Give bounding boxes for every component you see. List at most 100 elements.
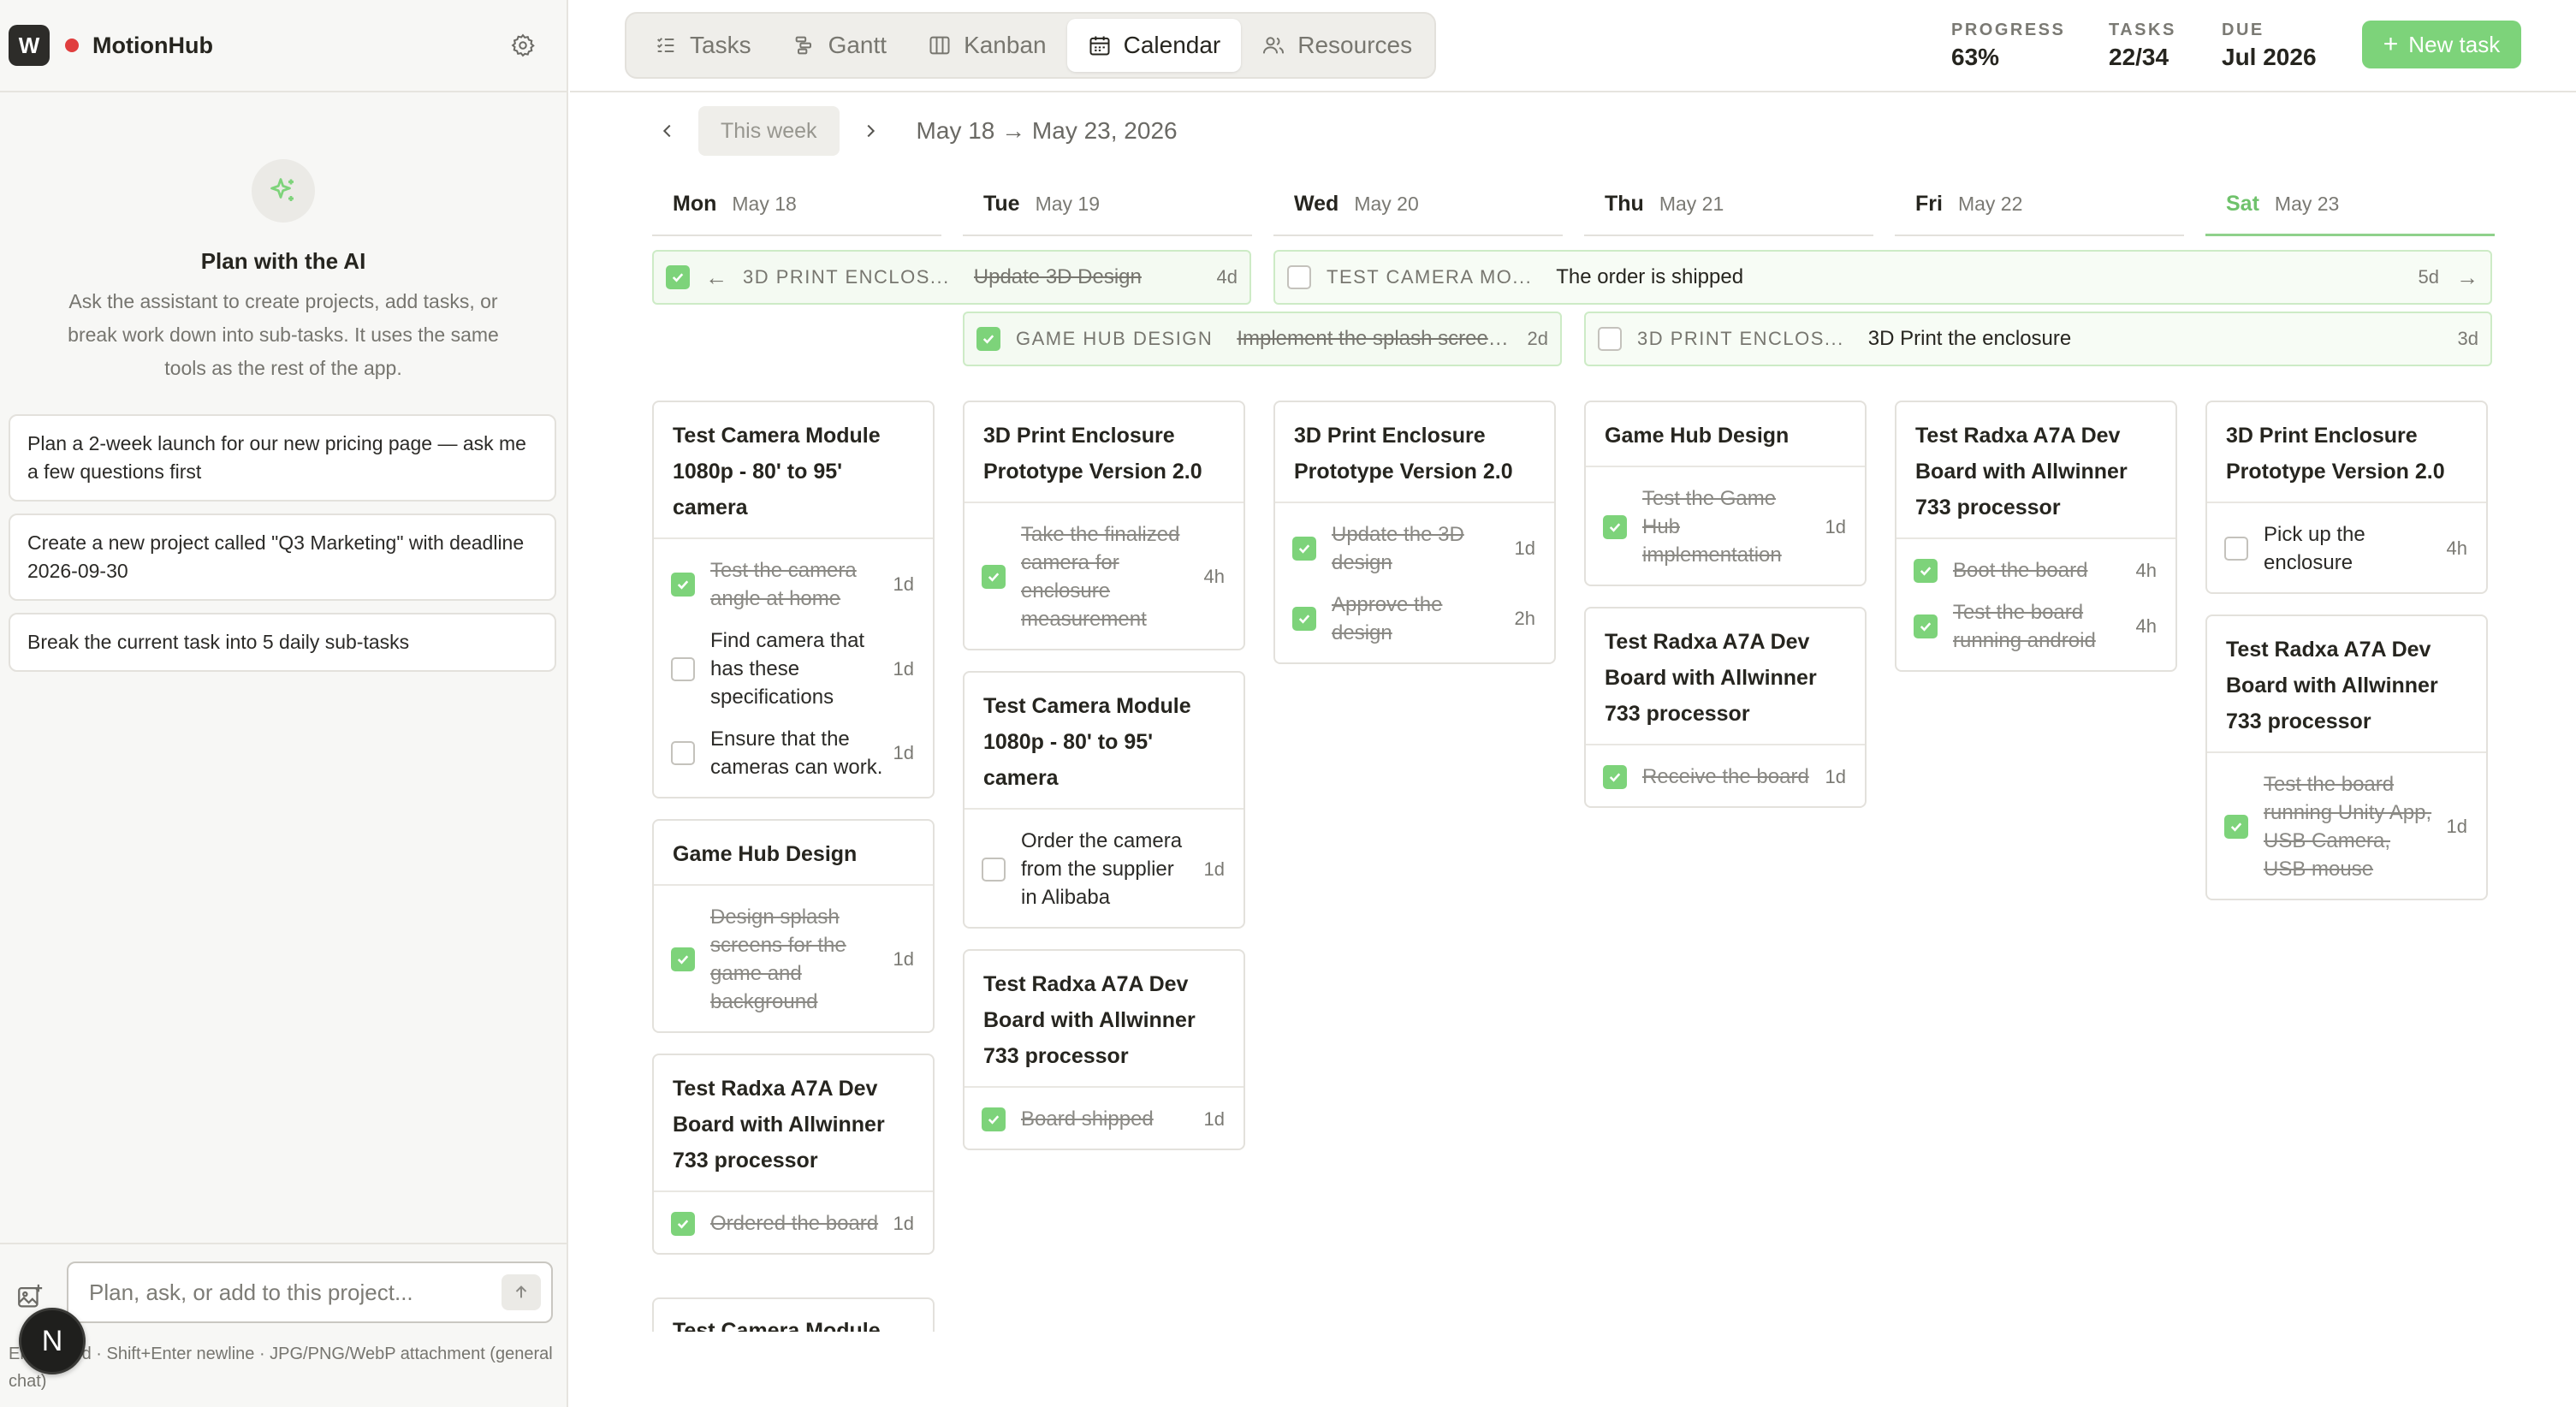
tab-kanban[interactable]: Kanban bbox=[907, 19, 1067, 72]
subtask-text: Ensure that the cameras can work. bbox=[710, 727, 883, 779]
subtask-checkbox[interactable] bbox=[982, 565, 1006, 589]
subtask-item[interactable]: Boot the board 4h bbox=[1896, 549, 2175, 591]
subtask-item[interactable]: Test the camera angle at home 1d bbox=[654, 549, 933, 620]
new-task-button[interactable]: + New task bbox=[2362, 21, 2521, 68]
task-card[interactable]: Test Radxa A7A Dev Board with Allwinner … bbox=[652, 1054, 935, 1255]
calendar-icon bbox=[1089, 36, 1110, 56]
task-card[interactable]: Test Camera Module 1080p - 80' to 95' ca… bbox=[652, 401, 935, 798]
subtask-item[interactable]: Ordered the board 1d bbox=[654, 1202, 933, 1244]
subtask-checkbox[interactable] bbox=[982, 1107, 1006, 1131]
tab-label: Tasks bbox=[690, 32, 751, 58]
tab-label: Calendar bbox=[1123, 32, 1221, 58]
subtask-item[interactable]: Find camera that has these specification… bbox=[654, 620, 933, 718]
subtask-checkbox[interactable] bbox=[671, 573, 695, 597]
task-checkbox[interactable] bbox=[1287, 265, 1311, 289]
multi-day-task[interactable]: GAME HUB DESIGN Implement the splash scr… bbox=[963, 312, 1562, 366]
task-card[interactable]: Test Radxa A7A Dev Board with Allwinner … bbox=[1895, 401, 2177, 672]
subtask-item[interactable]: Design splash screens for the game and b… bbox=[654, 896, 933, 1023]
task-checkbox[interactable] bbox=[976, 327, 1000, 351]
task-checkbox[interactable] bbox=[1598, 327, 1622, 351]
task-card[interactable]: 3D Print Enclosure Prototype Version 2.0… bbox=[2205, 401, 2488, 594]
subtask-checkbox[interactable] bbox=[2224, 537, 2248, 561]
subtask-checkbox[interactable] bbox=[671, 741, 695, 765]
task-card[interactable]: Game Hub Design Design splash screens for… bbox=[652, 819, 935, 1033]
subtask-item[interactable]: Update the 3D design 1d bbox=[1275, 514, 1554, 584]
subtask-duration: 4h bbox=[2446, 537, 2467, 559]
card-title: Test Radxa A7A Dev Board with Allwinner … bbox=[2207, 616, 2486, 753]
subtask-checkbox[interactable] bbox=[2224, 815, 2248, 839]
this-week-button[interactable]: This week bbox=[698, 106, 840, 156]
subtask-item[interactable]: Approve the design 2h bbox=[1275, 584, 1554, 654]
task-card[interactable]: 3D Print Enclosure Prototype Version 2.0… bbox=[963, 401, 1245, 650]
workspace-logo[interactable]: W bbox=[9, 25, 50, 66]
subtask-item[interactable]: Test the Game Hub implementation 1d bbox=[1586, 478, 1865, 576]
subtask-item[interactable]: Pick up the enclosure 4h bbox=[2207, 514, 2486, 584]
task-card[interactable]: 3D Print Enclosure Prototype Version 2.0… bbox=[1273, 401, 1556, 664]
list-icon bbox=[656, 38, 674, 52]
subtask-checkbox[interactable] bbox=[1914, 558, 1938, 583]
subtask-text: Order the camera from the supplier in Al… bbox=[1021, 829, 1183, 909]
subtask-text: Update the 3D design bbox=[1332, 523, 1464, 574]
subtask-checkbox[interactable] bbox=[671, 1211, 695, 1236]
card-title: 3D Print Enclosure Prototype Version 2.0 bbox=[965, 402, 1243, 503]
subtask-item[interactable]: Test the board running android 4h bbox=[1896, 591, 2175, 662]
multi-day-task[interactable]: ← 3D PRINT ENCLOS... Update 3D Design 4d bbox=[652, 250, 1251, 305]
subtask-checkbox[interactable] bbox=[1292, 607, 1316, 631]
task-card-clipped[interactable]: Test Camera Module bbox=[652, 1297, 935, 1332]
top-bar: Tasks Gantt Kanban Calendar Resources PR… bbox=[570, 0, 2576, 92]
subtask-duration: 1d bbox=[1825, 765, 1846, 787]
chat-input[interactable] bbox=[67, 1262, 553, 1323]
tab-resources[interactable]: Resources bbox=[1241, 19, 1433, 72]
subtask-item[interactable]: Board shipped 1d bbox=[965, 1098, 1243, 1140]
card-title: Test Radxa A7A Dev Board with Allwinner … bbox=[1896, 402, 2175, 539]
tab-calendar[interactable]: Calendar bbox=[1066, 19, 1242, 72]
task-card[interactable]: Test Camera Module 1080p - 80' to 95' ca… bbox=[963, 671, 1245, 929]
task-card[interactable]: Test Radxa A7A Dev Board with Allwinner … bbox=[1584, 607, 1867, 808]
suggestion-item[interactable]: Break the current task into 5 daily sub-… bbox=[9, 613, 556, 672]
subtask-text: Take the finalized camera for enclosure … bbox=[1021, 523, 1180, 631]
ai-description: Ask the assistant to create projects, ad… bbox=[68, 290, 499, 379]
multi-day-task[interactable]: TEST CAMERA MO... The order is shipped 5… bbox=[1273, 250, 2492, 305]
subtask-checkbox[interactable] bbox=[1292, 537, 1316, 561]
card-title: 3D Print Enclosure Prototype Version 2.0 bbox=[1275, 402, 1554, 503]
subtask-checkbox[interactable] bbox=[982, 857, 1006, 882]
day-header: Wed May 20 bbox=[1273, 187, 1563, 236]
card-title: Test Radxa A7A Dev Board with Allwinner … bbox=[1586, 609, 1865, 745]
subtask-item[interactable]: Take the finalized camera for enclosure … bbox=[965, 514, 1243, 640]
chevron-right-icon[interactable] bbox=[853, 114, 887, 148]
suggestion-item[interactable]: Plan a 2-week launch for our new pricing… bbox=[9, 414, 556, 502]
progress-stat: PROGRESS 63% bbox=[1951, 21, 2066, 70]
image-attach-icon[interactable] bbox=[15, 1282, 45, 1311]
send-button[interactable] bbox=[502, 1274, 541, 1310]
subtask-checkbox[interactable] bbox=[671, 947, 695, 971]
chat-composer: Enter send · Shift+Enter newline · JPG/P… bbox=[0, 1243, 567, 1407]
subtask-checkbox[interactable] bbox=[1914, 614, 1938, 638]
week-range: May 18 → May 23, 2026 bbox=[916, 117, 1178, 144]
task-checkbox[interactable] bbox=[666, 265, 690, 289]
task-card[interactable]: Test Radxa A7A Dev Board with Allwinner … bbox=[963, 949, 1245, 1150]
subtask-text: Test the camera angle at home bbox=[710, 559, 857, 610]
subtask-text: Test the board running android bbox=[1953, 601, 2096, 652]
tab-gantt[interactable]: Gantt bbox=[772, 19, 907, 72]
user-avatar[interactable]: N bbox=[19, 1308, 86, 1374]
subtask-text: Test the Game Hub implementation bbox=[1642, 487, 1782, 567]
multi-day-task[interactable]: 3D PRINT ENCLOS... 3D Print the enclosur… bbox=[1584, 312, 2492, 366]
suggestion-item[interactable]: Create a new project called "Q3 Marketin… bbox=[9, 514, 556, 601]
subtask-checkbox[interactable] bbox=[1603, 764, 1627, 789]
subtask-text: Approve the design bbox=[1332, 593, 1443, 644]
subtask-checkbox[interactable] bbox=[1603, 514, 1627, 539]
subtask-checkbox[interactable] bbox=[671, 656, 695, 681]
subtask-item[interactable]: Order the camera from the supplier in Al… bbox=[965, 820, 1243, 918]
gear-icon[interactable] bbox=[510, 33, 536, 58]
people-icon bbox=[1263, 37, 1285, 54]
subtask-item[interactable]: Test the board running Unity App, USB Ca… bbox=[2207, 763, 2486, 890]
subtask-item[interactable]: Ensure that the cameras can work. 1d bbox=[654, 718, 933, 788]
task-card[interactable]: Game Hub Design Test the Game Hub impleme… bbox=[1584, 401, 1867, 586]
subtask-duration: 1d bbox=[893, 742, 914, 763]
tab-tasks[interactable]: Tasks bbox=[633, 19, 772, 72]
tab-label: Gantt bbox=[828, 32, 887, 58]
task-card[interactable]: Test Radxa A7A Dev Board with Allwinner … bbox=[2205, 614, 2488, 900]
subtask-item[interactable]: Receive the board 1d bbox=[1586, 756, 1865, 798]
chevron-left-icon[interactable] bbox=[650, 114, 685, 148]
subtask-list: Design splash screens for the game and b… bbox=[654, 886, 933, 1031]
